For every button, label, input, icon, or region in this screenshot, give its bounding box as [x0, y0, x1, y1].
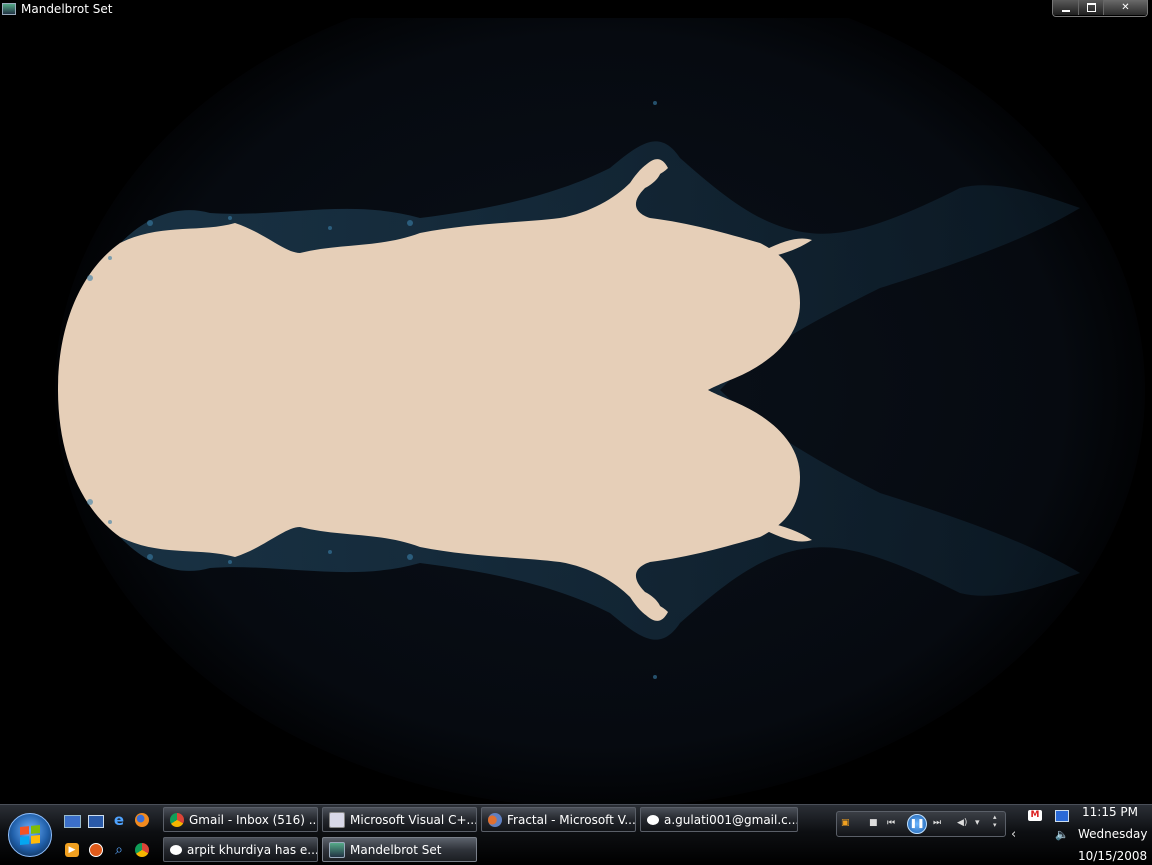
system-tray: M ‹ 🔈 11:15 PM Wednesday 10/15/2008: [1008, 805, 1152, 865]
taskbar-button-label: a.gulati001@gmail.c...: [664, 812, 798, 827]
search-icon[interactable]: ⌕: [110, 842, 128, 858]
ubuntu-icon[interactable]: [87, 842, 105, 858]
window-titlebar[interactable]: Mandelbrot Set ✕: [0, 0, 1152, 18]
gmail-notifier-icon[interactable]: M: [1028, 810, 1042, 821]
start-button[interactable]: [8, 813, 52, 857]
media-player-icon[interactable]: ▣: [841, 818, 850, 828]
close-icon: ✕: [1121, 2, 1130, 13]
internet-explorer-icon[interactable]: e: [110, 811, 128, 829]
network-icon[interactable]: [1055, 810, 1069, 822]
media-player-icon[interactable]: ▶: [63, 842, 81, 858]
minimize-icon: [1061, 9, 1070, 12]
window-controls: ✕: [1052, 0, 1148, 17]
maximize-button[interactable]: [1078, 0, 1103, 15]
chat-icon: [647, 814, 659, 825]
show-hidden-icons-chevron[interactable]: ‹: [1011, 827, 1016, 842]
previous-icon[interactable]: ⏮: [887, 818, 895, 828]
clock-day[interactable]: Wednesday: [1078, 827, 1147, 841]
fractal-image: [55, 18, 1145, 804]
media-player-toolbar: ▣ ■ ⏮ ❚❚ ⏭ ◀) ▾ ▴ ▾: [836, 811, 1006, 837]
taskbar-button-chat-gulati[interactable]: a.gulati001@gmail.c...: [640, 807, 798, 832]
taskbar-button-label: Microsoft Visual C+...: [350, 812, 477, 827]
restore-icon: [1086, 3, 1096, 12]
taskbar-button-label: Fractal - Microsoft V...: [507, 812, 636, 827]
taskbar: e ▶ ⌕ Gmail - Inbox (516) ... Microsoft …: [0, 804, 1152, 864]
visual-studio-icon: [329, 811, 345, 828]
restore-player-icon[interactable]: ▴ ▾: [993, 813, 997, 829]
mandelbrot-canvas[interactable]: [0, 18, 1152, 804]
taskbar-button-label: Gmail - Inbox (516) ...: [189, 812, 318, 827]
taskbar-button-chat-arpit[interactable]: arpit khurdiya has e...: [163, 837, 318, 862]
windows-logo-icon: [20, 824, 40, 846]
stop-icon[interactable]: ■: [869, 818, 878, 828]
taskbar-button-mandelbrot[interactable]: Mandelbrot Set: [322, 837, 477, 862]
taskbar-button-visual-cpp[interactable]: Microsoft Visual C+...: [322, 807, 477, 832]
next-icon[interactable]: ⏭: [933, 818, 941, 828]
clock-time[interactable]: 11:15 PM: [1082, 805, 1138, 819]
volume-icon[interactable]: ◀): [957, 818, 967, 828]
show-desktop-icon[interactable]: [63, 813, 81, 829]
taskbar-button-gmail[interactable]: Gmail - Inbox (516) ...: [163, 807, 318, 832]
chrome-icon: [170, 812, 184, 827]
minimize-button[interactable]: [1053, 0, 1078, 15]
taskbar-button-fractal[interactable]: Fractal - Microsoft V...: [481, 807, 636, 832]
taskbar-button-label: arpit khurdiya has e...: [187, 842, 318, 857]
chat-icon: [170, 844, 182, 855]
pause-button[interactable]: ❚❚: [907, 814, 927, 834]
chevron-down-icon[interactable]: ▾: [975, 818, 980, 828]
fractal-icon: [488, 812, 502, 827]
firefox-icon[interactable]: [133, 812, 151, 828]
volume-icon[interactable]: 🔈: [1055, 828, 1069, 841]
close-button[interactable]: ✕: [1103, 0, 1147, 15]
switch-windows-icon[interactable]: [87, 813, 105, 829]
window-title: Mandelbrot Set: [21, 2, 113, 16]
chrome-icon[interactable]: [133, 842, 151, 858]
mandelbrot-app-icon: [329, 841, 345, 858]
clock-date[interactable]: 10/15/2008: [1078, 849, 1147, 863]
mandelbrot-app-icon: [2, 3, 16, 15]
taskbar-button-label: Mandelbrot Set: [350, 842, 442, 857]
